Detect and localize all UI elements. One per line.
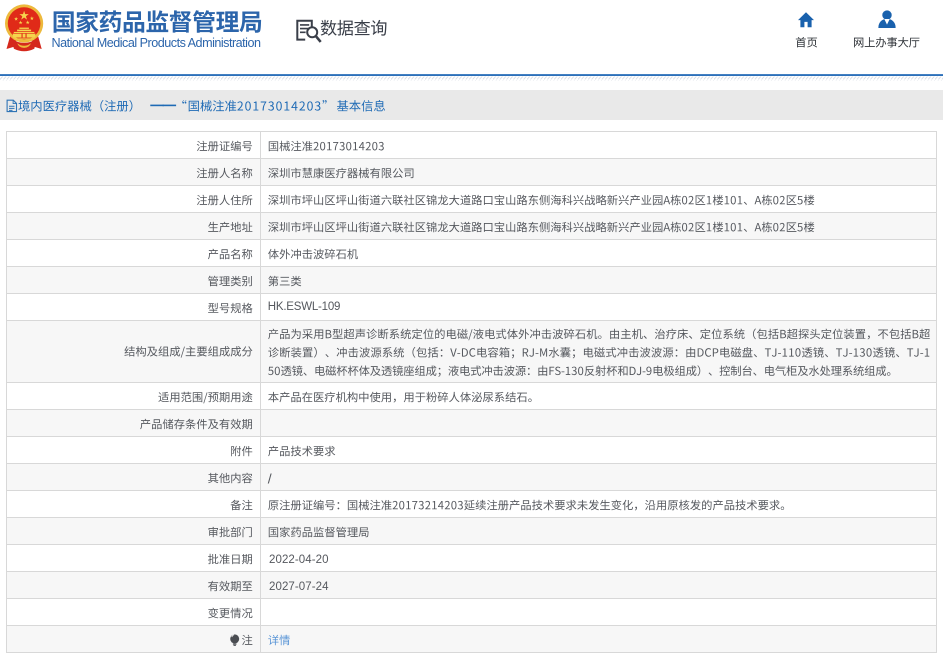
svg-text:HK.ESWL-109: HK.ESWL-109 bbox=[268, 301, 341, 313]
svg-text:2022-04-20: 2022-04-20 bbox=[269, 554, 329, 566]
svg-text:/: / bbox=[268, 471, 272, 487]
svg-text:National Medical Products Admi: National Medical Products Administration bbox=[52, 36, 262, 50]
svg-text:2027-07-24: 2027-07-24 bbox=[269, 581, 329, 593]
